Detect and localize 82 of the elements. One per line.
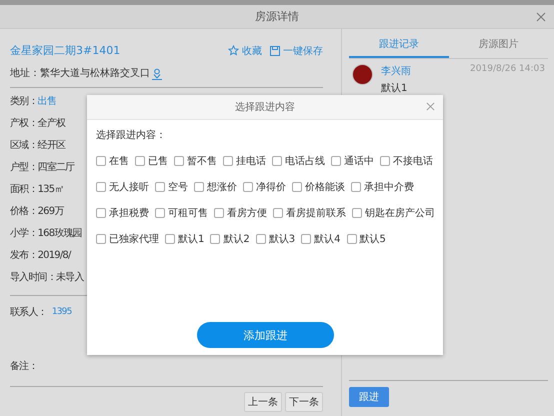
checkbox-option[interactable]: 默认5 [346,232,386,246]
checkbox[interactable] [352,208,362,218]
checkbox[interactable] [96,208,106,218]
follow-button[interactable]: 跟进 [349,387,389,407]
checkbox-option[interactable]: 默认3 [256,232,296,246]
floppy-icon [270,46,280,56]
checkbox[interactable] [174,156,184,166]
checkbox-option[interactable]: 钥匙在房产公司 [352,206,435,220]
field-value: 168玫瑰园 [38,227,82,240]
checkbox-option[interactable]: 看房提前联系 [273,206,346,220]
close-icon[interactable] [536,12,546,22]
field-label: 面积： [10,183,38,196]
checkbox-option[interactable]: 挂电话 [223,154,266,168]
checkbox[interactable] [135,156,145,166]
dialog-title: 选择跟进内容 [235,100,295,114]
star-icon [228,45,239,56]
field-label: 联系人： [10,306,47,319]
avatar-icon [352,64,373,85]
checkbox[interactable] [223,156,233,166]
field-value: 2019/8/ [38,250,71,260]
checkbox[interactable] [155,208,165,218]
checkbox-option[interactable]: 已独家代理 [96,232,159,246]
pager-button[interactable]: 下一条 [285,392,323,412]
checkbox[interactable] [273,208,283,218]
checkbox[interactable] [272,156,282,166]
checkbox[interactable] [165,234,175,244]
field-value: 269万 [38,205,64,218]
address-text: 地址：繁华大道与松林路交叉口 [10,66,150,80]
checkbox-option[interactable]: 默认2 [210,232,250,246]
record-content: 默认1 [381,82,408,95]
checkbox[interactable] [214,208,224,218]
checkbox[interactable] [194,182,204,192]
field-value: 经开区 [38,139,66,152]
field-value: 四室二厅 [38,160,74,174]
checkbox-option[interactable]: 已售 [135,154,168,168]
field-label: 发布： [10,249,38,262]
checkbox-option[interactable]: 想涨价 [194,180,237,194]
field-label: 类别： [10,94,38,108]
field-label: 户型： [10,160,38,174]
prompt-label: 选择跟进内容： [96,128,167,142]
checkbox[interactable] [256,234,266,244]
checkbox[interactable] [155,182,165,192]
checkbox-option[interactable]: 默认1 [165,232,204,246]
checkbox-option[interactable]: 看房方便 [214,206,267,220]
checkbox-option[interactable]: 暂不售 [174,154,217,168]
checkbox-option[interactable]: 通话中 [331,154,374,168]
checkbox[interactable] [346,234,356,244]
checkbox[interactable] [96,156,106,166]
checkbox[interactable] [331,156,341,166]
checkbox[interactable] [380,156,390,166]
checkbox-option[interactable]: 价格能谈 [292,180,345,194]
checkbox[interactable] [351,182,361,192]
checkbox-option[interactable]: 在售 [96,154,129,168]
field-label: 区域： [10,138,38,152]
checkbox-option[interactable]: 空号 [155,180,188,194]
checkbox-option[interactable]: 无人接听 [96,180,149,194]
checkbox[interactable] [96,182,106,192]
field-label: 产权： [10,116,38,130]
field-label: 小学： [10,226,38,240]
checkbox-option[interactable]: 不接电话 [380,154,433,168]
checkbox[interactable] [96,234,106,244]
checkbox[interactable] [210,234,220,244]
close-icon[interactable] [426,102,435,111]
checkbox[interactable] [301,234,312,244]
field-label: 备注： [10,360,38,373]
field-value: 135㎡ [38,183,64,196]
location-pin-icon[interactable] [151,66,163,80]
record-time: 2019/8/26 14:03 [470,64,545,76]
checkbox-option[interactable]: 电话占线 [272,154,325,168]
field-label: 导入时间： [10,270,56,284]
checkbox-option[interactable]: 承担税费 [96,206,149,220]
checkbox-option[interactable]: 承担中介费 [351,180,414,194]
checkbox-option[interactable]: 默认4 [301,232,340,246]
pager-button[interactable]: 上一条 [244,392,282,412]
field-value: 全产权 [38,116,66,130]
window-title: 房源详情 [255,9,299,24]
checkbox-option[interactable]: 可租可售 [155,206,208,220]
checkbox[interactable] [243,182,253,192]
checkbox[interactable] [292,182,302,192]
field-label: 价格： [10,204,38,218]
checkbox-option[interactable]: 净得价 [243,180,286,194]
field-value: 未导入 [56,270,84,284]
